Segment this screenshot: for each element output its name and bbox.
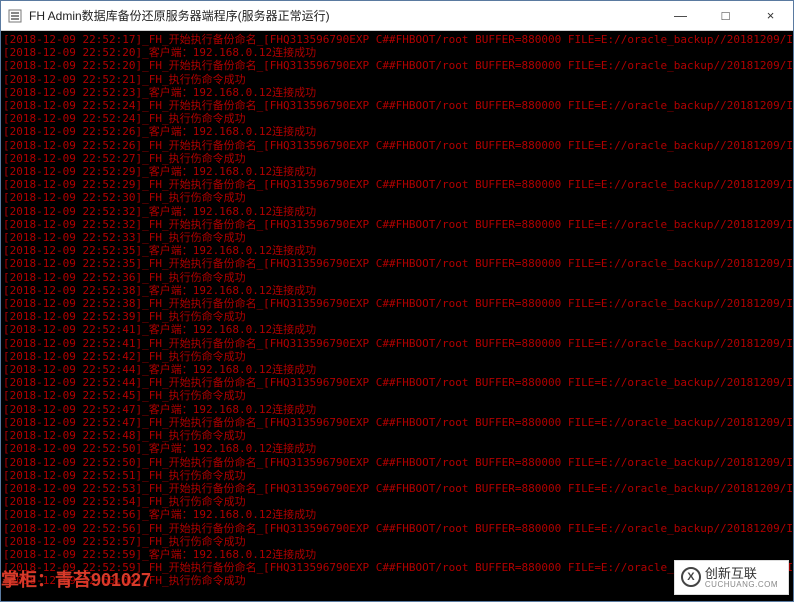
log-line: [2018-12-09 22:52:29]_FH_开始执行备份命名_[FHQ31…: [3, 178, 791, 191]
minimize-button[interactable]: —: [658, 1, 703, 30]
log-line: [2018-12-09 22:52:44]_FH_开始执行备份命名_[FHQ31…: [3, 376, 791, 389]
log-line: [2018-12-09 22:52:30]_FH_执行伤命令成功: [3, 191, 791, 204]
log-line: [2018-12-09 22:52:51]_FH_执行伤命令成功: [3, 469, 791, 482]
log-line: [2018-12-09 22:52:33]_FH_执行伤命令成功: [3, 231, 791, 244]
log-line: [2018-12-09 22:52:23]_客户端：192.168.0.12连接…: [3, 86, 791, 99]
log-line: [2018-12-09 22:52:26]_FH_开始执行备份命名_[FHQ31…: [3, 139, 791, 152]
log-line: [2018-12-09 22:52:54]_FH_执行伤命令成功: [3, 495, 791, 508]
log-line: [2018-12-09 22:52:44]_客户端：192.168.0.12连接…: [3, 363, 791, 376]
log-line: [2018-12-09 22:52:17]_FH_开始执行备份命名_[FHQ31…: [3, 33, 791, 46]
log-line: [2018-12-09 22:52:32]_FH_开始执行备份命名_[FHQ31…: [3, 218, 791, 231]
log-line: [2018-12-09 22:52:35]_FH_开始执行备份命名_[FHQ31…: [3, 257, 791, 270]
log-line: [2018-12-09 22:52:26]_客户端：192.168.0.12连接…: [3, 125, 791, 138]
log-line: [2018-12-09 22:52:39]_FH_执行伤命令成功: [3, 310, 791, 323]
app-icon: [7, 8, 23, 24]
log-line: [2018-12-09 22:52:24]_FH_开始执行备份命名_[FHQ31…: [3, 99, 791, 112]
log-line: [2018-12-09 22:52:24]_FH_执行伤命令成功: [3, 112, 791, 125]
log-line: [2018-12-09 22:52:56]_客户端：192.168.0.12连接…: [3, 508, 791, 521]
log-line: [2018-12-09 22:52:59]_客户端：192.168.0.12连接…: [3, 548, 791, 561]
log-line: [2018-12-09 22:52:38]_客户端：192.168.0.12连接…: [3, 284, 791, 297]
log-line: [2018-12-09 22:52:29]_客户端：192.168.0.12连接…: [3, 165, 791, 178]
log-line: [2018-12-09 22:52:38]_FH_开始执行备份命名_[FHQ31…: [3, 297, 791, 310]
log-line: [2018-12-09 22:52:59]_FH_开始执行备份命名_[FHQ31…: [3, 561, 791, 574]
window-title: FH Admin数据库备份还原服务器端程序(服务器正常运行): [29, 7, 658, 24]
close-button[interactable]: ×: [748, 1, 793, 30]
log-line: [2018-12-09 22:52:56]_FH_开始执行备份命名_[FHQ31…: [3, 522, 791, 535]
log-line: [2018-12-09 22:52:57]_FH_执行伤命令成功: [3, 535, 791, 548]
log-line: [2018-12-09 22:52:53]_FH_开始执行备份命名_[FHQ31…: [3, 482, 791, 495]
log-line: [2018-12-09 22:52:41]_客户端：192.168.0.12连接…: [3, 323, 791, 336]
log-line: [2018-12-09 22:52:42]_FH_执行伤命令成功: [3, 350, 791, 363]
window-controls: — □ ×: [658, 1, 793, 30]
log-line: [2018-12-09 22:52:27]_FH_执行伤命令成功: [3, 152, 791, 165]
titlebar[interactable]: FH Admin数据库备份还原服务器端程序(服务器正常运行) — □ ×: [1, 1, 793, 31]
log-line: [2018-12-09 22:52:32]_客户端：192.168.0.12连接…: [3, 205, 791, 218]
log-line: [2018-12-09 22:52:47]_客户端：192.168.0.12连接…: [3, 403, 791, 416]
log-line: [2018-12-09 22:52:50]_客户端：192.168.0.12连接…: [3, 442, 791, 455]
log-line: [2018-12-09 22:52:36]_FH_执行伤命令成功: [3, 271, 791, 284]
log-line: [2018-12-09 22:52:35]_客户端：192.168.0.12连接…: [3, 244, 791, 257]
maximize-button[interactable]: □: [703, 1, 748, 30]
log-line: [2018-12-09 22:52:20]_FH_开始执行备份命名_[FHQ31…: [3, 59, 791, 72]
log-line: [2018-12-09 22:52:21]_FH_执行伤命令成功: [3, 73, 791, 86]
log-line: [2018-12-09 22:52:41]_FH_开始执行备份命名_[FHQ31…: [3, 337, 791, 350]
log-line: [2018-12-09 22:53:00]_FH_执行伤命令成功: [3, 574, 791, 587]
log-line: [2018-12-09 22:52:47]_FH_开始执行备份命名_[FHQ31…: [3, 416, 791, 429]
app-window: FH Admin数据库备份还原服务器端程序(服务器正常运行) — □ × [20…: [0, 0, 794, 602]
log-line: [2018-12-09 22:52:50]_FH_开始执行备份命名_[FHQ31…: [3, 456, 791, 469]
log-line: [2018-12-09 22:52:45]_FH_执行伤命令成功: [3, 389, 791, 402]
log-line: [2018-12-09 22:52:20]_客户端：192.168.0.12连接…: [3, 46, 791, 59]
log-line: [2018-12-09 22:52:48]_FH_执行伤命令成功: [3, 429, 791, 442]
console-output[interactable]: [2018-12-09 22:52:17]_FH_开始执行备份命名_[FHQ31…: [1, 31, 793, 601]
